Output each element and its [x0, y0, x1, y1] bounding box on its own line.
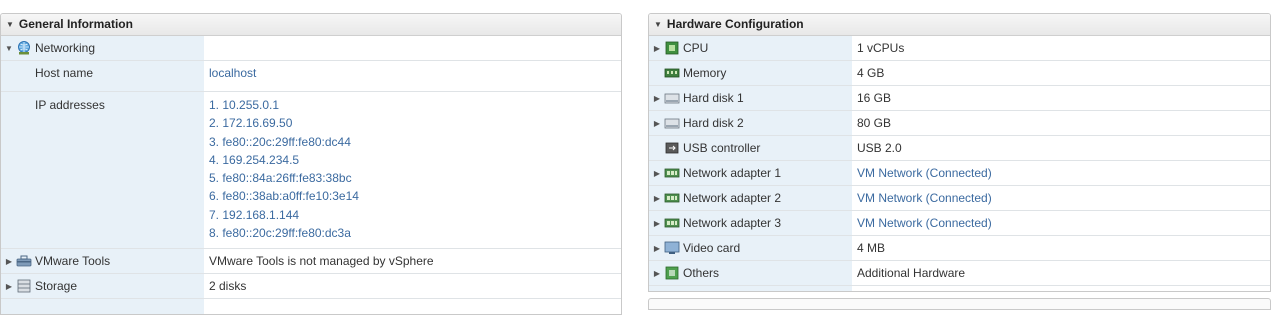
expand-hard-disk-2-toggle[interactable]: ▶ [651, 119, 663, 128]
usb-controller-label: USB controller [683, 141, 760, 155]
ip-addresses-row: IP addresses 1. 10.255.0.1 2. 172.16.69.… [1, 92, 621, 249]
hardware-configuration-panel: ▼ Hardware Configuration ▶ CPU 1 vCPUs Memo… [648, 13, 1271, 292]
hardware-row-cpu: ▶ CPU 1 vCPUs [649, 36, 1270, 61]
host-name-value[interactable]: localhost [209, 66, 256, 80]
networking-row: ▼ Networking [1, 36, 621, 61]
others-label: Others [683, 266, 719, 280]
network-adapter-3-label: Network adapter 3 [683, 216, 781, 230]
memory-icon [664, 66, 680, 80]
general-information-table: ▼ Networking Host name localhost IP addr… [1, 36, 621, 315]
next-panel-edge [648, 298, 1271, 310]
hard-disk-2-value: 80 GB [857, 116, 891, 130]
hardware-row-video-card: ▶ Video card 4 MB [649, 236, 1270, 261]
cpu-label: CPU [683, 41, 708, 55]
ip-address-item: 5. fe80::84a:26ff:fe83:38bc [209, 169, 621, 187]
storage-label: Storage [35, 279, 77, 293]
expand-video-card-toggle[interactable]: ▶ [651, 244, 663, 253]
ip-address-item: 4. 169.254.234.5 [209, 151, 621, 169]
expand-cpu-toggle[interactable]: ▶ [651, 44, 663, 53]
hard-disk-1-label: Hard disk 1 [683, 91, 744, 105]
vmware-tools-icon [16, 254, 32, 268]
host-name-label: Host name [1, 61, 204, 86]
hardware-configuration-header[interactable]: ▼ Hardware Configuration [649, 14, 1270, 36]
others-value: Additional Hardware [857, 266, 965, 280]
hard-disk-1-value: 16 GB [857, 91, 891, 105]
hardware-row-network-adapter-2: ▶ Network adapter 2 VM Network (Connected) [649, 186, 1270, 211]
video-card-value: 4 MB [857, 241, 885, 255]
expand-others-toggle[interactable]: ▶ [651, 269, 663, 278]
storage-value: 2 disks [204, 274, 621, 299]
expand-hard-disk-1-toggle[interactable]: ▶ [651, 94, 663, 103]
network-adapter-1-value[interactable]: VM Network (Connected) [857, 166, 992, 180]
vmware-tools-row: ▶ VMware Tools VMware Tools is not manag… [1, 249, 621, 274]
general-information-header[interactable]: ▼ General Information [1, 14, 621, 36]
networking-icon [16, 41, 32, 55]
network-adapter-icon [664, 191, 680, 205]
hardware-row-memory: Memory 4 GB [649, 61, 1270, 86]
expand-network-adapter-2-toggle[interactable]: ▶ [651, 194, 663, 203]
hardware-row-network-adapter-3: ▶ Network adapter 3 VM Network (Connected) [649, 211, 1270, 236]
network-adapter-2-value[interactable]: VM Network (Connected) [857, 191, 992, 205]
hardware-row-network-adapter-1: ▶ Network adapter 1 VM Network (Connected) [649, 161, 1270, 186]
memory-label: Memory [683, 66, 726, 80]
hardware-row-others: ▶ Others Additional Hardware [649, 261, 1270, 286]
hard-disk-icon [664, 116, 680, 130]
usb-controller-value: USB 2.0 [857, 141, 902, 155]
ip-address-item: 3. fe80::20c:29ff:fe80:dc44 [209, 133, 621, 151]
hardware-row-hard-disk-1: ▶ Hard disk 1 16 GB [649, 86, 1270, 111]
storage-row: ▶ Storage 2 disks [1, 274, 621, 299]
expand-vmware-tools-toggle[interactable]: ▶ [3, 257, 15, 266]
ip-address-item: 7. 192.168.1.144 [209, 206, 621, 224]
network-adapter-icon [664, 166, 680, 180]
host-name-row: Host name localhost [1, 61, 621, 92]
ip-address-item: 2. 172.16.69.50 [209, 114, 621, 132]
network-adapter-1-label: Network adapter 1 [683, 166, 781, 180]
hardware-row-usb-controller: USB controller USB 2.0 [649, 136, 1270, 161]
video-card-icon [664, 241, 680, 255]
usb-controller-icon [664, 141, 680, 155]
ip-address-item: 1. 10.255.0.1 [209, 96, 621, 114]
others-icon [664, 266, 680, 280]
general-information-panel: ▼ General Information ▼ Networking Host … [0, 13, 622, 315]
general-information-title: General Information [19, 14, 133, 35]
ip-address-list: 1. 10.255.0.1 2. 172.16.69.50 3. fe80::2… [204, 92, 621, 246]
network-adapter-3-value[interactable]: VM Network (Connected) [857, 216, 992, 230]
hard-disk-2-label: Hard disk 2 [683, 116, 744, 130]
table-row [1, 299, 621, 315]
collapse-arrow-icon[interactable]: ▼ [654, 14, 662, 35]
memory-value: 4 GB [857, 66, 884, 80]
hardware-row-hard-disk-2: ▶ Hard disk 2 80 GB [649, 111, 1270, 136]
network-adapter-2-label: Network adapter 2 [683, 191, 781, 205]
expand-networking-toggle[interactable]: ▼ [3, 44, 15, 53]
expand-storage-toggle[interactable]: ▶ [3, 282, 15, 291]
ip-addresses-label: IP addresses [1, 92, 204, 117]
hard-disk-icon [664, 91, 680, 105]
ip-address-item: 6. fe80::38ab:a0ff:fe10:3e14 [209, 187, 621, 205]
ip-address-item: 8. fe80::20c:29ff:fe80:dc3a [209, 224, 621, 242]
storage-icon [16, 279, 32, 293]
vmware-tools-label: VMware Tools [35, 254, 110, 268]
collapse-arrow-icon[interactable]: ▼ [6, 14, 14, 35]
expand-network-adapter-3-toggle[interactable]: ▶ [651, 219, 663, 228]
cpu-icon [664, 41, 680, 55]
networking-label: Networking [35, 41, 95, 55]
hardware-configuration-table: ▶ CPU 1 vCPUs Memory 4 GB ▶ Hard disk 1 16 GB ▶ H… [649, 36, 1270, 286]
cpu-value: 1 vCPUs [857, 41, 904, 55]
vmware-tools-value: VMware Tools is not managed by vSphere [204, 249, 621, 274]
video-card-label: Video card [683, 241, 740, 255]
expand-network-adapter-1-toggle[interactable]: ▶ [651, 169, 663, 178]
hardware-configuration-title: Hardware Configuration [667, 14, 804, 35]
network-adapter-icon [664, 216, 680, 230]
